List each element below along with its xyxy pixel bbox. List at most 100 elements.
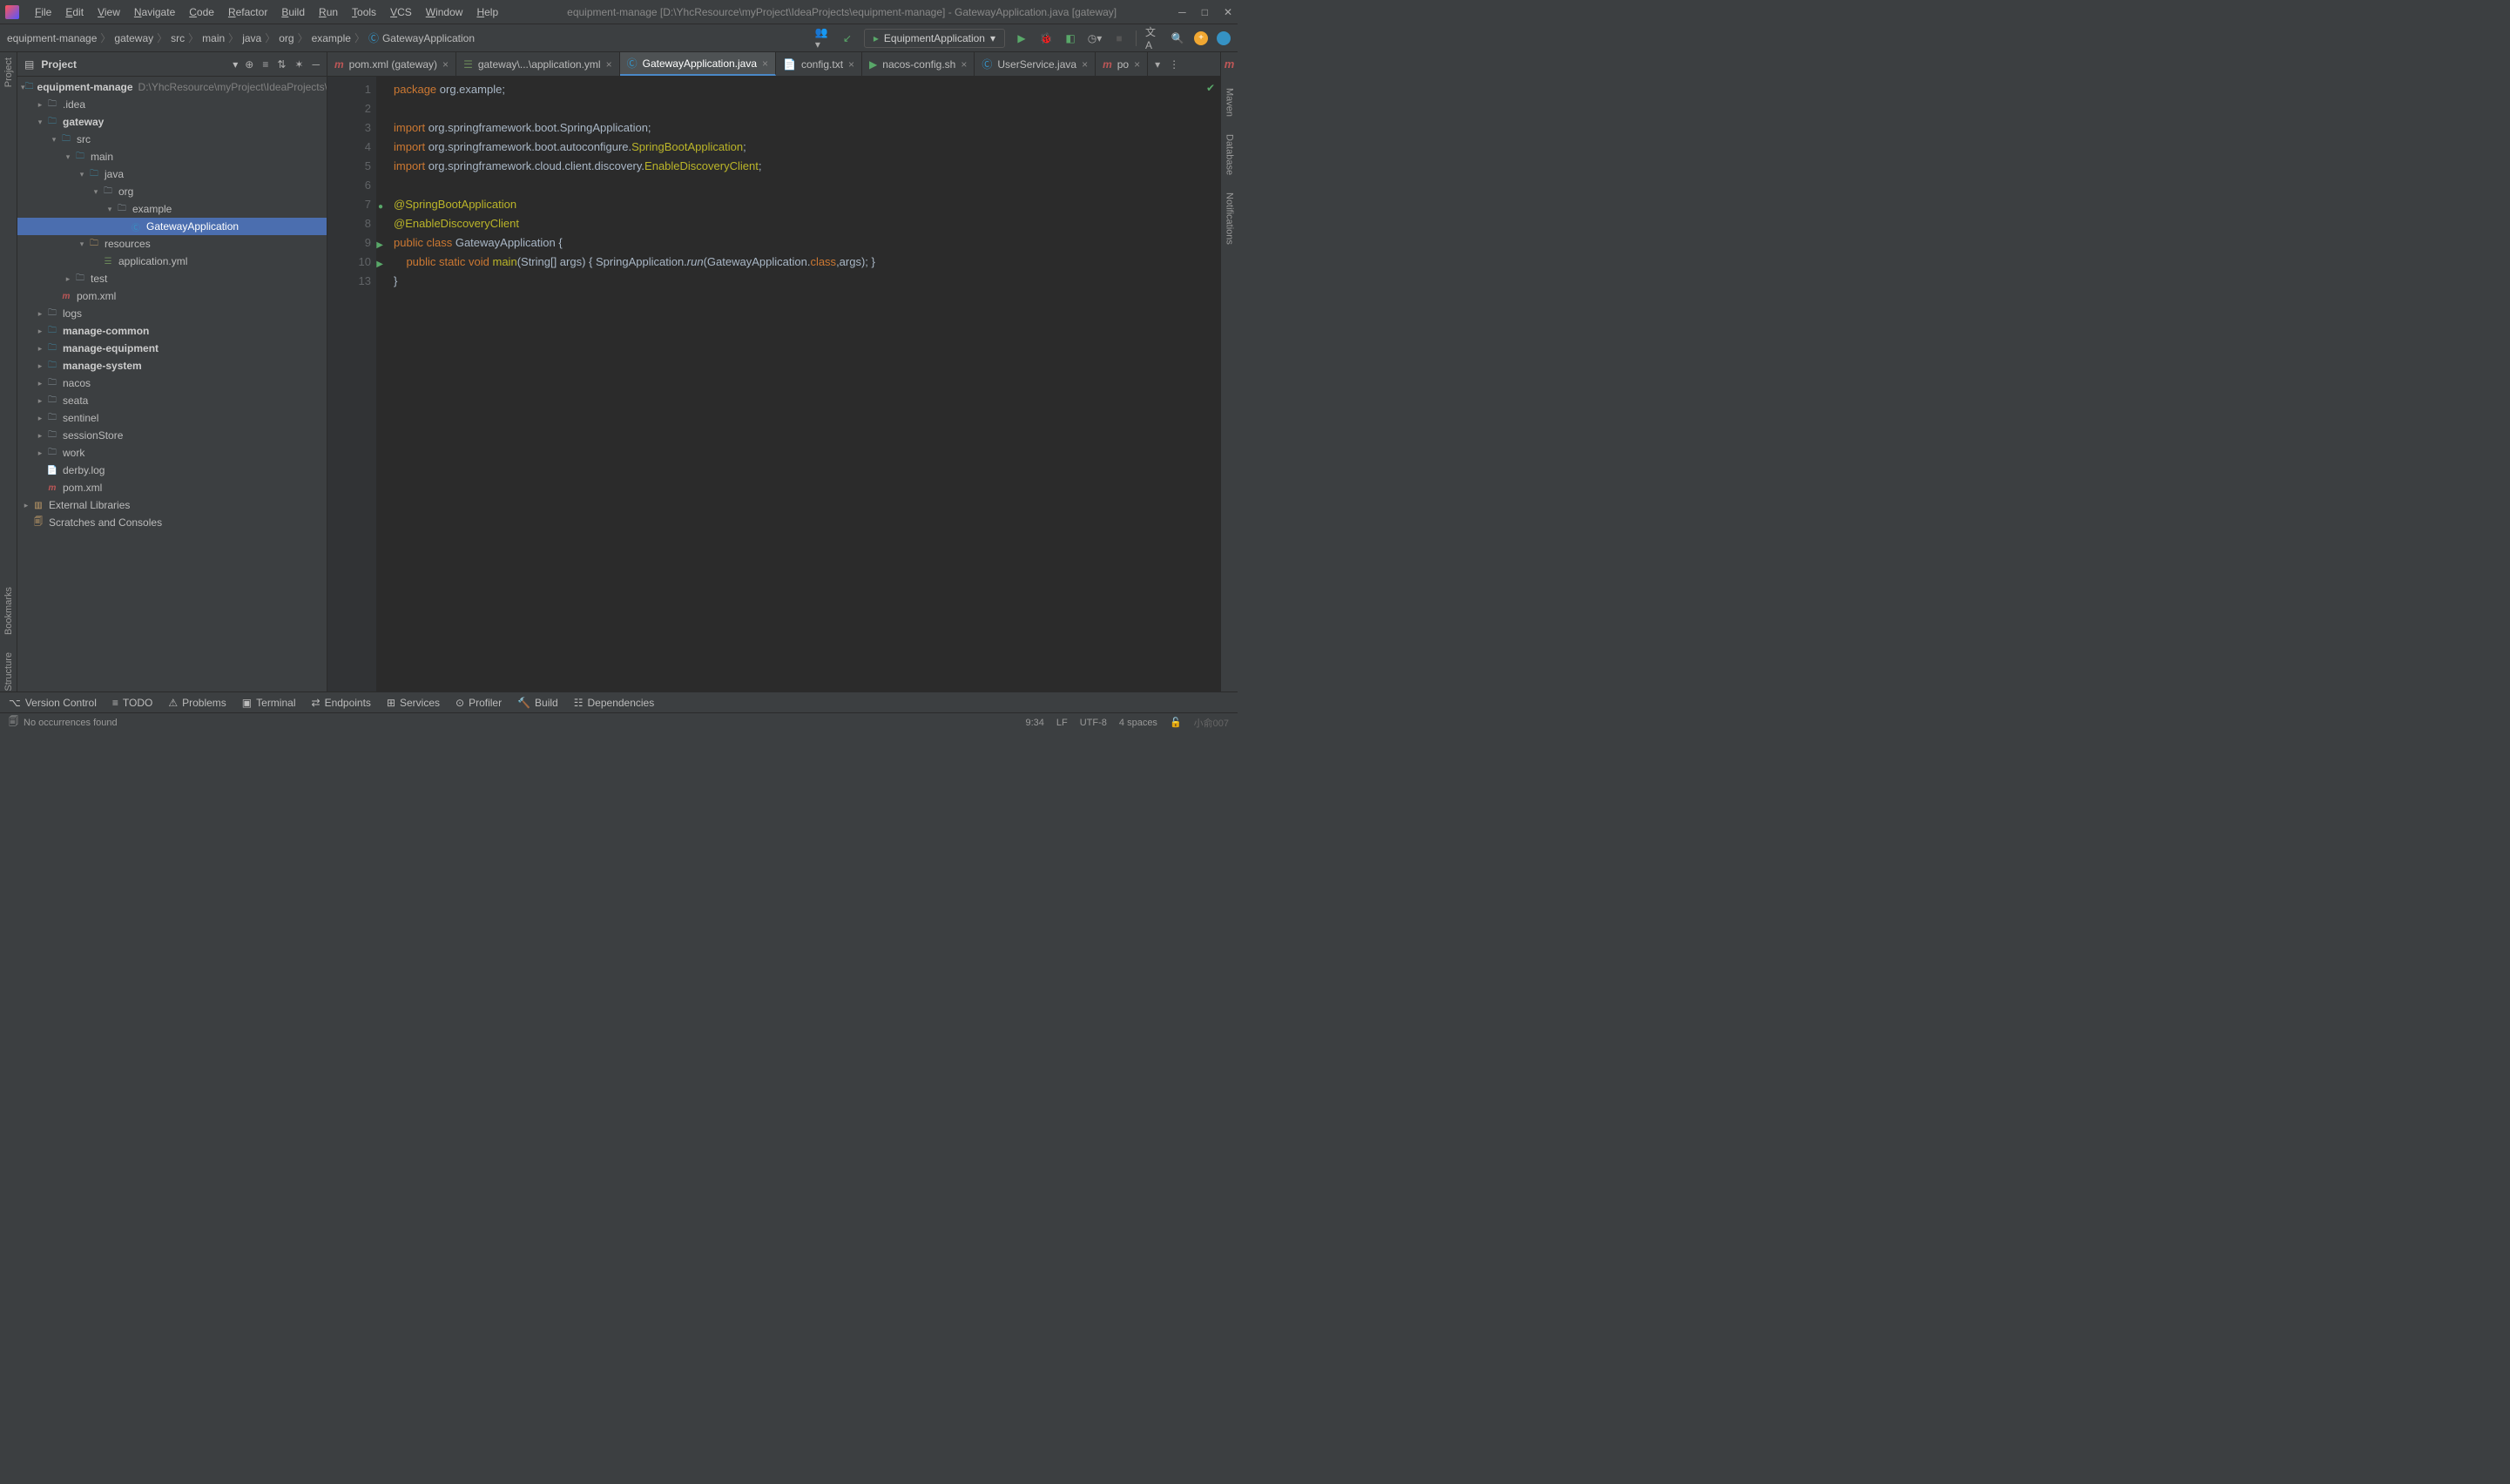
- tab-close-icon[interactable]: ×: [1134, 58, 1140, 71]
- caret-position[interactable]: 9:34: [1025, 718, 1043, 728]
- tab-close-icon[interactable]: ×: [848, 58, 854, 71]
- menu-file[interactable]: File: [28, 6, 58, 18]
- tree-item-pom-xml[interactable]: mpom.xml: [17, 287, 327, 305]
- maven-icon[interactable]: m: [1225, 57, 1235, 71]
- assist-icon[interactable]: [1217, 31, 1231, 45]
- tool-build[interactable]: 🔨Build: [517, 697, 558, 709]
- rail-structure[interactable]: Structure: [3, 652, 14, 691]
- tool-services[interactable]: ⊞Services: [387, 697, 440, 709]
- vcs-update-icon[interactable]: ↙: [840, 30, 855, 46]
- tree-item-example[interactable]: ▾🗀example: [17, 200, 327, 218]
- tree-item-main[interactable]: ▾🗀main: [17, 148, 327, 165]
- tree-item-manage-system[interactable]: ▸🗀manage-system: [17, 357, 327, 374]
- tab-nacos-config-sh[interactable]: ▶nacos-config.sh×: [862, 52, 975, 76]
- tree-item-pom-xml[interactable]: mpom.xml: [17, 479, 327, 496]
- tool-terminal[interactable]: ▣Terminal: [242, 697, 296, 709]
- tree-item-org[interactable]: ▾🗀org: [17, 183, 327, 200]
- tree-item-derby-log[interactable]: 📄derby.log: [17, 462, 327, 479]
- tree-item-nacos[interactable]: ▸🗀nacos: [17, 374, 327, 392]
- settings-icon[interactable]: ✶: [294, 58, 303, 71]
- stop-button[interactable]: ■: [1111, 30, 1127, 46]
- tab-gateway-application-yml[interactable]: ☰gateway\...\application.yml×: [456, 52, 620, 76]
- menu-edit[interactable]: Edit: [58, 6, 91, 18]
- code-with-me-icon[interactable]: 👥▾: [815, 30, 831, 46]
- inspection-ok-icon[interactable]: ✔: [1206, 82, 1215, 94]
- rail-project[interactable]: Project: [3, 57, 14, 87]
- tree-item-test[interactable]: ▸🗀test: [17, 270, 327, 287]
- tree-item-manage-common[interactable]: ▸🗀manage-common: [17, 322, 327, 340]
- menu-window[interactable]: Window: [419, 6, 470, 18]
- notifications-icon[interactable]: +: [1194, 31, 1208, 45]
- indent-info[interactable]: 4 spaces: [1119, 718, 1157, 728]
- tool-dependencies[interactable]: ☷Dependencies: [574, 697, 655, 709]
- menu-help[interactable]: Help: [469, 6, 505, 18]
- file-encoding[interactable]: UTF-8: [1080, 718, 1107, 728]
- rail-bookmarks[interactable]: Bookmarks: [3, 587, 14, 635]
- tab-gatewayapplication-java[interactable]: ⒸGatewayApplication.java×: [620, 52, 776, 76]
- tree-scratches[interactable]: 🗐Scratches and Consoles: [17, 514, 327, 531]
- tab-close-icon[interactable]: ×: [606, 58, 612, 71]
- menu-navigate[interactable]: Navigate: [127, 6, 182, 18]
- menu-code[interactable]: Code: [182, 6, 221, 18]
- menu-view[interactable]: View: [91, 6, 127, 18]
- tab-po[interactable]: mpo×: [1096, 52, 1148, 76]
- tab-close-icon[interactable]: ×: [442, 58, 449, 71]
- tab-close-icon[interactable]: ×: [961, 58, 967, 71]
- tree-item-work[interactable]: ▸🗀work: [17, 444, 327, 462]
- project-view-icon[interactable]: ▤: [24, 58, 34, 71]
- panel-title[interactable]: Project: [41, 58, 226, 71]
- tabs-more[interactable]: ▾ ⋮: [1148, 52, 1186, 76]
- expand-icon[interactable]: ≡: [262, 58, 268, 71]
- tree-external-libraries[interactable]: ▸▥External Libraries: [17, 496, 327, 514]
- crumb-equipment-manage[interactable]: equipment-manage: [7, 32, 97, 44]
- minimize-button[interactable]: ─: [1178, 6, 1186, 18]
- tool-profiler[interactable]: ⊙Profiler: [455, 697, 502, 709]
- crumb-java[interactable]: java: [242, 32, 261, 44]
- menu-refactor[interactable]: Refactor: [221, 6, 274, 18]
- status-icon[interactable]: 🗐: [9, 714, 18, 731]
- tab-close-icon[interactable]: ×: [762, 57, 768, 70]
- tool-todo[interactable]: ≡TODO: [112, 697, 152, 709]
- tree-item-application-yml[interactable]: ☰application.yml: [17, 253, 327, 270]
- tab-userservice-java[interactable]: ⒸUserService.java×: [975, 52, 1096, 76]
- crumb-main[interactable]: main: [202, 32, 225, 44]
- tab-close-icon[interactable]: ×: [1082, 58, 1088, 71]
- tree-item-seata[interactable]: ▸🗀seata: [17, 392, 327, 409]
- crumb-gateway[interactable]: gateway: [114, 32, 153, 44]
- menu-build[interactable]: Build: [274, 6, 312, 18]
- tree-root[interactable]: ▾🗀equipment-manageD:\YhcResource\myProje…: [17, 78, 327, 96]
- crumb-src[interactable]: src: [171, 32, 185, 44]
- crumb-gatewayapplication[interactable]: GatewayApplication: [382, 32, 475, 44]
- tree-item-gateway[interactable]: ▾🗀gateway: [17, 113, 327, 131]
- close-button[interactable]: ✕: [1224, 6, 1232, 18]
- maximize-button[interactable]: □: [1202, 6, 1208, 18]
- crumb-org[interactable]: org: [279, 32, 294, 44]
- hide-icon[interactable]: ─: [312, 58, 320, 71]
- debug-button[interactable]: 🐞: [1038, 30, 1054, 46]
- profile-button[interactable]: ◷▾: [1087, 30, 1103, 46]
- menu-vcs[interactable]: VCS: [383, 6, 419, 18]
- rail-notifications[interactable]: Notifications: [1225, 192, 1235, 245]
- tab-pom-xml-gateway-[interactable]: mpom.xml (gateway)×: [327, 52, 456, 76]
- tree-item-manage-equipment[interactable]: ▸🗀manage-equipment: [17, 340, 327, 357]
- tab-config-txt[interactable]: 📄config.txt×: [776, 52, 862, 76]
- tree-item-sentinel[interactable]: ▸🗀sentinel: [17, 409, 327, 427]
- run-config-dropdown[interactable]: ▸ EquipmentApplication ▾: [864, 29, 1005, 48]
- coverage-button[interactable]: ◧: [1063, 30, 1078, 46]
- tool-version-control[interactable]: ⌥Version Control: [9, 697, 97, 709]
- rail-maven[interactable]: Maven: [1225, 88, 1235, 117]
- tree-item-resources[interactable]: ▾🗀resources: [17, 235, 327, 253]
- tree-item-sessionstore[interactable]: ▸🗀sessionStore: [17, 427, 327, 444]
- project-tree[interactable]: ▾🗀equipment-manageD:\YhcResource\myProje…: [17, 77, 327, 691]
- tree-item-logs[interactable]: ▸🗀logs: [17, 305, 327, 322]
- rail-database[interactable]: Database: [1225, 134, 1235, 175]
- tree-item--idea[interactable]: ▸🗀.idea: [17, 96, 327, 113]
- crumb-example[interactable]: example: [312, 32, 351, 44]
- tree-item-src[interactable]: ▾🗀src: [17, 131, 327, 148]
- collapse-icon[interactable]: ⇅: [277, 58, 286, 71]
- translate-icon[interactable]: 文A: [1145, 30, 1161, 46]
- tree-item-gatewayapplication[interactable]: ⒸGatewayApplication: [17, 218, 327, 235]
- editor-code[interactable]: package org.example; import org.springfr…: [376, 77, 1220, 691]
- run-button[interactable]: ▶: [1014, 30, 1029, 46]
- line-separator[interactable]: LF: [1056, 718, 1068, 728]
